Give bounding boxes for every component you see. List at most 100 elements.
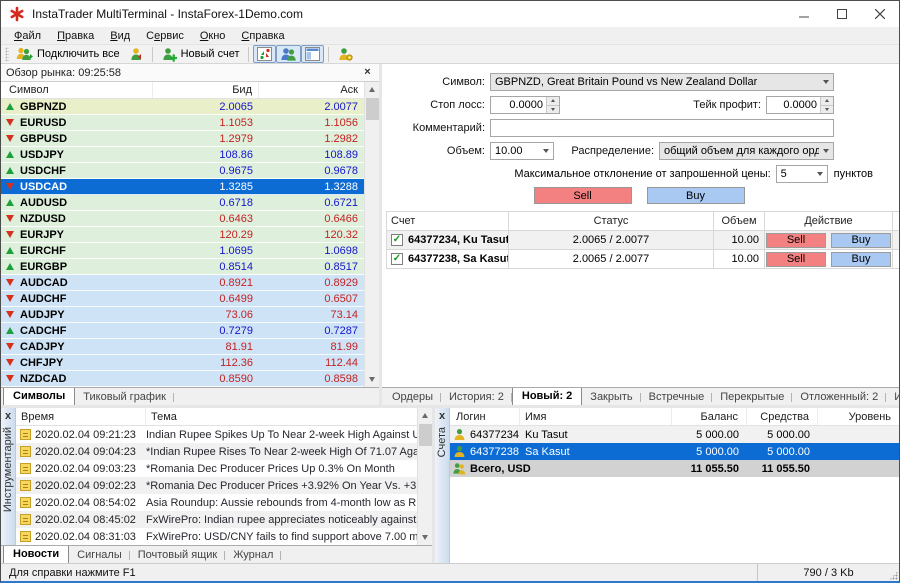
new-account-button[interactable]: Новый счет — [157, 45, 244, 63]
orders-tab[interactable]: История: 2 — [441, 389, 512, 405]
scrollbar-thumb[interactable] — [366, 98, 379, 120]
column-header-equity[interactable]: Средства — [747, 408, 818, 425]
row-sell-button[interactable]: Sell — [766, 233, 826, 248]
column-header-balance[interactable]: Баланс — [672, 408, 747, 425]
accounts-toggle-button[interactable] — [276, 45, 301, 63]
news-row[interactable]: 2020.02.04 08:45:02 FxWirePro: Indian ru… — [16, 511, 417, 528]
scroll-down-icon[interactable] — [418, 530, 433, 545]
deviation-select[interactable]: 5 — [776, 165, 828, 183]
take-profit-down-icon[interactable] — [821, 105, 833, 114]
market-row[interactable]: USDJPY 108.86 108.89 — [1, 147, 364, 163]
accounts-close-icon[interactable]: x — [436, 410, 449, 423]
toolbox-close-icon[interactable]: x — [2, 410, 15, 423]
column-header-level[interactable]: Уровень — [818, 408, 899, 425]
stop-loss-down-icon[interactable] — [547, 105, 559, 114]
account-settings-button[interactable] — [333, 45, 357, 63]
buy-button[interactable]: Buy — [647, 187, 745, 204]
market-row[interactable]: NZDCAD 0.8590 0.8598 — [1, 371, 364, 387]
menu-item[interactable]: Файл — [6, 29, 49, 43]
market-row[interactable]: NZDUSD 0.6463 0.6466 — [1, 211, 364, 227]
news-row[interactable]: 2020.02.04 09:04:23 *Indian Rupee Rises … — [16, 443, 417, 460]
take-profit-stepper[interactable]: 0.0000 — [766, 96, 834, 114]
market-row[interactable]: USDCHF 0.9675 0.9678 — [1, 163, 364, 179]
scroll-down-icon[interactable] — [365, 372, 380, 387]
market-row[interactable]: EURGBP 0.8514 0.8517 — [1, 259, 364, 275]
market-watch-toggle-button[interactable] — [253, 45, 276, 63]
toolbox-tab[interactable]: Новости — [3, 545, 69, 563]
news-scrollbar[interactable] — [417, 408, 432, 545]
orders-tab[interactable]: Новый: 2 — [512, 387, 582, 405]
news-row[interactable]: 2020.02.04 08:54:02 Asia Roundup: Aussie… — [16, 494, 417, 511]
account-checkbox[interactable]: ✓ — [391, 253, 403, 265]
market-watch-tab[interactable]: Символы — [3, 387, 75, 405]
minimize-button[interactable] — [785, 1, 823, 27]
market-row[interactable]: AUDCHF 0.6499 0.6507 — [1, 291, 364, 307]
orders-tab[interactable]: Перекрытые — [712, 389, 792, 405]
row-buy-button[interactable]: Buy — [831, 233, 891, 248]
toolbar-grip[interactable] — [5, 47, 9, 61]
layout-toggle-button[interactable] — [301, 45, 324, 63]
orders-tab[interactable]: Изменить — [886, 389, 899, 405]
column-header-topic[interactable]: Тема — [146, 408, 417, 425]
market-watch-tab[interactable]: Тиковый график — [75, 389, 174, 405]
column-header-ask[interactable]: Аск — [259, 82, 364, 98]
market-row[interactable]: GBPNZD 2.0065 2.0077 — [1, 99, 364, 115]
resize-grip[interactable] — [889, 571, 898, 580]
market-row[interactable]: AUDUSD 0.6718 0.6721 — [1, 195, 364, 211]
toolbox-tab[interactable]: Почтовый ящик — [130, 547, 225, 563]
market-row[interactable]: EURCHF 1.0695 1.0698 — [1, 243, 364, 259]
market-watch-scrollbar[interactable] — [364, 82, 379, 387]
symbol-select[interactable]: GBPNZD, Great Britain Pound vs New Zeala… — [490, 73, 834, 91]
column-header-name[interactable]: Имя — [520, 408, 672, 425]
news-row[interactable]: 2020.02.04 09:21:23 Indian Rupee Spikes … — [16, 426, 417, 443]
stop-loss-up-icon[interactable] — [547, 97, 559, 105]
column-header-login[interactable]: Логин — [450, 408, 520, 425]
column-header-volume[interactable]: Объем — [714, 212, 765, 230]
market-row[interactable]: CADJPY 81.91 81.99 — [1, 339, 364, 355]
market-row[interactable]: GBPUSD 1.2979 1.2982 — [1, 131, 364, 147]
stop-loss-stepper[interactable]: 0.0000 — [490, 96, 560, 114]
maximize-button[interactable] — [823, 1, 861, 27]
column-header-account[interactable]: Счет — [386, 212, 509, 230]
orders-tab[interactable]: Встречные — [641, 389, 713, 405]
order-account-row[interactable]: ✓64377238, Sa Kasut 2.0065 / 2.0077 10.0… — [386, 250, 899, 269]
row-sell-button[interactable]: Sell — [766, 252, 826, 267]
account-row[interactable]: 64377238 Sa Kasut 5 000.00 5 000.00 — [450, 443, 899, 460]
toolbox-tab[interactable]: Журнал — [225, 547, 281, 563]
scroll-up-icon[interactable] — [365, 82, 380, 97]
scroll-up-icon[interactable] — [418, 408, 433, 423]
row-buy-button[interactable]: Buy — [831, 252, 891, 267]
market-row[interactable]: EURUSD 1.1053 1.1056 — [1, 115, 364, 131]
news-row[interactable]: 2020.02.04 08:31:03 FxWirePro: USD/CNY f… — [16, 528, 417, 545]
scrollbar-thumb[interactable] — [419, 424, 432, 446]
column-header-bid[interactable]: Бид — [153, 82, 259, 98]
distribution-select[interactable]: общий объем для каждого ордера — [659, 142, 834, 160]
close-button[interactable] — [861, 1, 899, 27]
news-row[interactable]: 2020.02.04 09:02:23 *Romania Dec Produce… — [16, 477, 417, 494]
column-header-time[interactable]: Время — [16, 408, 146, 425]
market-watch-close-icon[interactable]: × — [361, 66, 374, 79]
orders-tab[interactable]: Ордеры — [384, 389, 441, 405]
menu-item[interactable]: Сервис — [138, 29, 192, 43]
sell-button[interactable]: Sell — [534, 187, 632, 204]
take-profit-up-icon[interactable] — [821, 97, 833, 105]
menu-item[interactable]: Вид — [102, 29, 138, 43]
comment-input[interactable] — [490, 119, 834, 137]
disconnect-button[interactable] — [124, 45, 148, 63]
connect-all-button[interactable]: Подключить все — [12, 45, 124, 63]
menu-item[interactable]: Правка — [49, 29, 102, 43]
menu-item[interactable]: Окно — [192, 29, 234, 43]
orders-tab[interactable]: Отложенный: 2 — [792, 389, 886, 405]
order-account-row[interactable]: ✓64377234, Ku Tasut 2.0065 / 2.0077 10.0… — [386, 231, 899, 250]
market-row[interactable]: AUDJPY 73.06 73.14 — [1, 307, 364, 323]
account-row[interactable]: Всего, USD 11 055.50 11 055.50 — [450, 460, 899, 477]
menu-item[interactable]: Справка — [233, 29, 292, 43]
news-row[interactable]: 2020.02.04 09:03:23 *Romania Dec Produce… — [16, 460, 417, 477]
account-row[interactable]: 64377234 Ku Tasut 5 000.00 5 000.00 — [450, 426, 899, 443]
market-row[interactable]: CADCHF 0.7279 0.7287 — [1, 323, 364, 339]
market-row[interactable]: EURJPY 120.29 120.32 — [1, 227, 364, 243]
account-checkbox[interactable]: ✓ — [391, 234, 403, 246]
market-row[interactable]: AUDCAD 0.8921 0.8929 — [1, 275, 364, 291]
volume-select[interactable]: 10.00 — [490, 142, 554, 160]
orders-tab[interactable]: Закрыть — [582, 389, 640, 405]
